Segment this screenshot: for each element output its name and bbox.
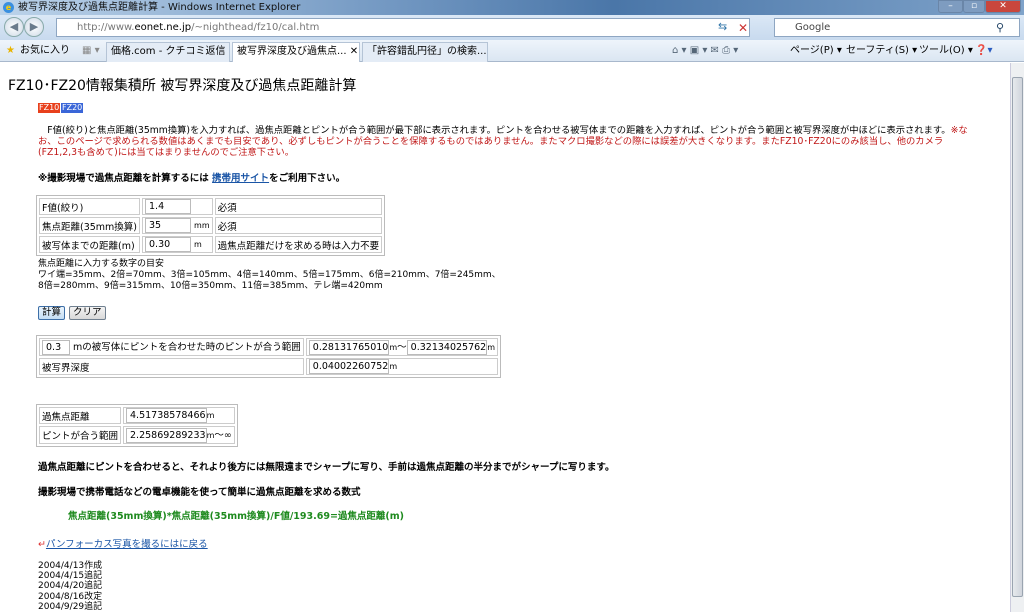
focal-length-input[interactable]: 35 (145, 218, 192, 233)
minimize-button[interactable]: – (938, 0, 963, 13)
table-row: 被写界深度 0.04002260752m (39, 358, 499, 375)
f-number-input[interactable]: 1.4 (145, 199, 192, 214)
hyperfocal-field: 4.51738578466 (126, 408, 207, 423)
near-limit-field: 0.28131765010 (308, 340, 390, 355)
scrollbar-thumb[interactable] (1012, 77, 1023, 597)
command-bar: ★ お気に入り ▦ ▾ 価格.com - クチコミ返信 被写界深度及び過焦点..… (0, 40, 1024, 62)
star-icon: ★ (6, 45, 15, 56)
table-row: F値(絞り) 1.4 必須 (39, 198, 383, 215)
maximize-button[interactable]: ▫ (963, 0, 985, 13)
subject-distance-input[interactable]: 0.30 (145, 237, 192, 252)
back-arrow-icon: ↵ (38, 539, 46, 550)
close-button[interactable]: ✕ (985, 0, 1021, 13)
back-link-row: ↵パンフォーカス写真を撮るにはに戻る (38, 536, 208, 550)
fz20-badge: FZ20 (61, 103, 84, 113)
back-link[interactable]: パンフォーカス写真を撮るにはに戻る (46, 539, 208, 550)
tab-kakaku[interactable]: 価格.com - クチコミ返信 (106, 42, 230, 62)
table-row: 過焦点距離 4.51738578466m (39, 407, 235, 424)
address-bar-row: ◀ ▶ http://www.eonet.ne.jp/~nighthead/fz… (0, 15, 1024, 40)
focal-guide: 焦点距離に入力する数字の目安 ワイ端=35mm、2倍=70mm、3倍=105mm、… (38, 259, 501, 291)
description: F値(絞り)と焦点距離(35mm換算)を入力すれば、過焦点距離とピントが合う範囲… (38, 125, 968, 158)
forward-button[interactable]: ▶ (24, 17, 44, 37)
table-row: 0.3 mの被写体にピントを合わせた時のピントが合う範囲 0.2813176501… (39, 338, 499, 356)
table-row: 焦点距離(35mm換算) 35 mm 必須 (39, 217, 383, 234)
hyperfocal-explanation: 過焦点距離にピントを合わせると、それより後方には無限遠までシャープに写り、手前は… (38, 462, 615, 473)
vertical-scrollbar[interactable] (1010, 63, 1024, 612)
safety-menu[interactable]: セーフティ(S) ▾ (846, 40, 917, 62)
home-icon[interactable]: ⌂ ▾ ▣ ▾ ✉ ⎙ ▾ (672, 40, 738, 62)
page-menu[interactable]: ページ(P) ▾ (790, 40, 842, 62)
hyperfocal-table: 過焦点距離 4.51738578466m ピントが合う範囲 2.2586928923… (36, 404, 238, 447)
quick-tabs-icon[interactable]: ▦ ▾ (82, 40, 100, 62)
url-domain: eonet.ne.jp (134, 22, 192, 33)
url-path: /~nighthead/fz10/cal.htm (191, 22, 320, 33)
url-prefix: http://www. (77, 22, 135, 33)
fz10-badge: FZ10 (38, 103, 61, 113)
refresh-icon[interactable]: ⇆ (718, 20, 727, 33)
table-row: ピントが合う範囲 2.25869289233m～∞ (39, 426, 235, 444)
tab-current[interactable]: 被写界深度及び過焦点... ✕ (232, 42, 360, 62)
window-titlebar: e 被写界深度及び過焦点距離計算 - Windows Internet Expl… (0, 0, 1024, 15)
dof-field: 0.04002260752 (308, 359, 390, 374)
search-placeholder: Google (795, 22, 831, 33)
window-title: 被写界深度及び過焦点距離計算 - Windows Internet Explor… (18, 2, 301, 13)
clear-button[interactable]: クリア (69, 306, 106, 320)
calculate-button[interactable]: 計算 (38, 306, 66, 320)
mobile-note: ※撮影現場で過焦点距離を計算するには 携帯用サイトをご利用下さい。 (38, 173, 346, 184)
back-button[interactable]: ◀ (4, 17, 24, 37)
tab-search[interactable]: 「許容錯乱円径」の検索... (362, 42, 488, 62)
stop-icon[interactable]: ✕ (738, 21, 748, 35)
page-title: FZ10･FZ20情報集積所 被写界深度及び過焦点距離計算 (8, 78, 357, 94)
address-input[interactable]: http://www.eonet.ne.jp/~nighthead/fz10/c… (56, 18, 750, 37)
formula: 焦点距離(35mm換算)*焦点距離(35mm換算)/F値/193.69=過焦点距… (68, 511, 405, 522)
tools-menu[interactable]: ツール(O) ▾ (919, 40, 973, 62)
input-table: F値(絞り) 1.4 必須 焦点距離(35mm換算) 35 mm 必須 被写体までの距離… (36, 195, 386, 256)
search-icon[interactable]: ⚲ (996, 21, 1004, 34)
far-limit-field: 0.32134025762 (406, 340, 488, 355)
page-content: FZ10･FZ20情報集積所 被写界深度及び過焦点距離計算 FZ10 FZ20 … (0, 63, 1010, 612)
mobile-site-link[interactable]: 携帯用サイト (212, 173, 269, 184)
help-icon[interactable]: ❓▾ (975, 40, 992, 62)
result-table: 0.3 mの被写体にピントを合わせた時のピントが合う範囲 0.2813176501… (36, 335, 502, 378)
table-row: 被写体までの距離(m) 0.30 m 過焦点距離だけを求める時は入力不要 (39, 236, 383, 253)
search-input[interactable]: Google (774, 18, 1020, 37)
favorites-button[interactable]: お気に入り (20, 40, 70, 62)
hyperfocal-range-field: 2.25869289233 (126, 428, 207, 443)
ie-icon: e (3, 2, 14, 13)
formula-title: 撮影現場で携帯電話などの電卓機能を使って簡単に過焦点距離を求める数式 (38, 487, 361, 498)
result-distance-field[interactable]: 0.3 (42, 340, 70, 355)
update-history: 2004/4/13作成 2004/4/15追記 2004/4/20追記 2004/8/… (38, 561, 103, 612)
